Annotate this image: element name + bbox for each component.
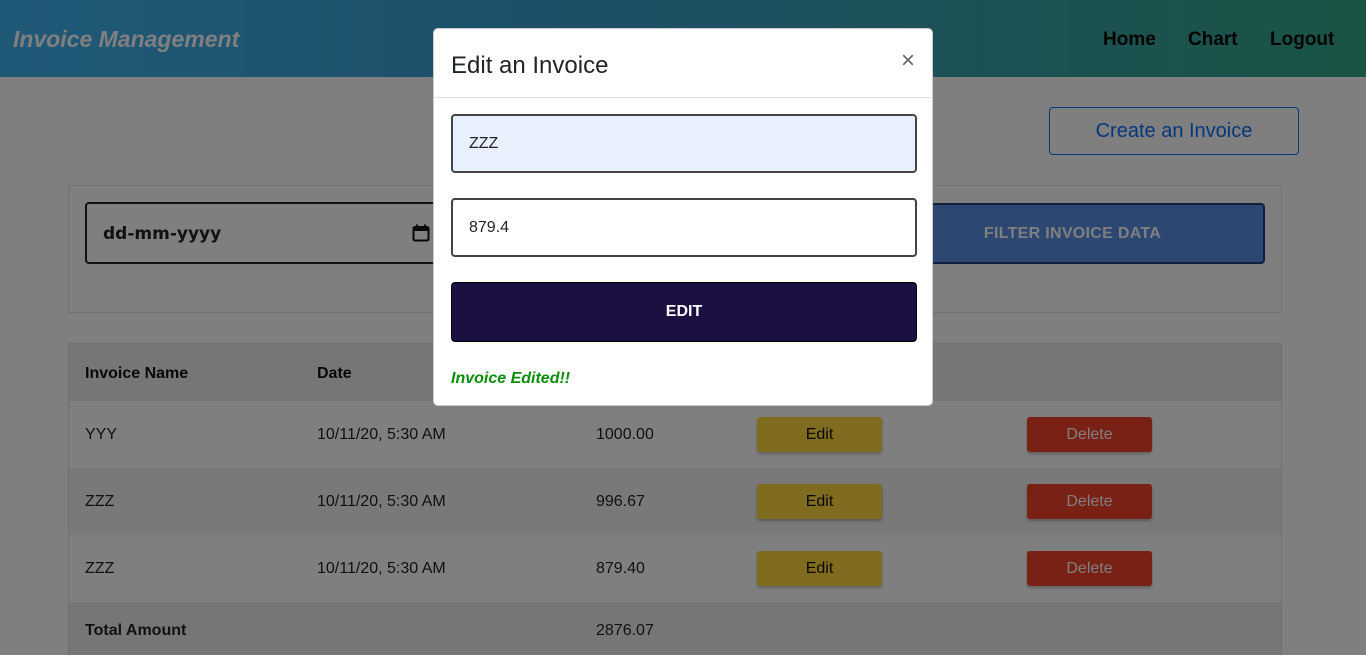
success-message: Invoice Edited!! xyxy=(451,370,571,387)
invoice-amount-input[interactable] xyxy=(451,198,917,257)
close-icon[interactable]: × xyxy=(901,49,915,73)
edit-invoice-modal: Edit an Invoice × EDIT Invoice Edited!! xyxy=(433,28,933,406)
modal-header: Edit an Invoice × xyxy=(434,29,932,98)
modal-title: Edit an Invoice xyxy=(451,52,609,79)
edit-submit-button[interactable]: EDIT xyxy=(451,282,917,342)
invoice-name-input[interactable] xyxy=(451,114,917,173)
